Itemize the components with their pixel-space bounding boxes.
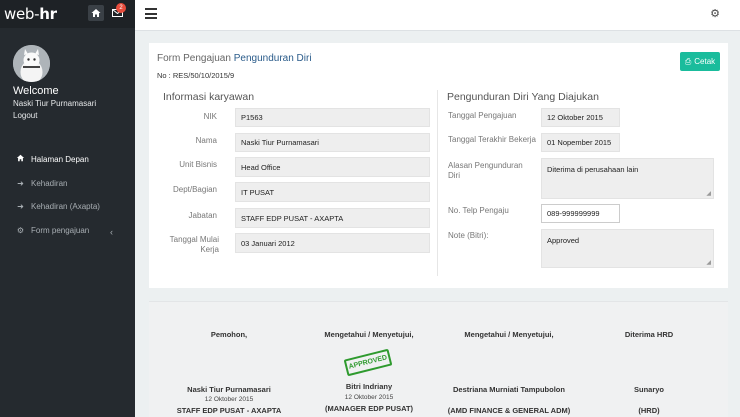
page-title: Form Pengajuan Pengunduran Diri [157,53,312,64]
sidebar-item-label: Kehadiran (Axapta) [31,202,100,211]
welcome-text: Welcome [13,85,59,97]
alasan-label: Alasan Pengunduran Diri [448,161,523,180]
sig-name-pemohon: Naski Tiur Purnamasari [187,385,271,394]
sig-position-pemohon: STAFF EDP PUSAT - AXAPTA [176,406,282,415]
section-resignation: Pengunduran Diri Yang Diajukan [447,91,599,103]
sidebar-item-form-pengajuan[interactable]: ⚙ Form pengajuan [16,226,89,235]
gear-icon: ⚙ [16,226,25,235]
sig-role-manager: Mengetahui / Menyetujui, [324,330,414,339]
alasan-text: Diterima di perusahaan lain [547,165,639,174]
settings-gear-icon[interactable]: ⚙ [710,7,720,20]
cat-avatar-image [13,45,50,82]
notification-badge: 2 [116,3,126,13]
sig-name-hrd: Sunaryo [633,385,664,394]
document-number: No : RES/50/10/2015/9 [157,71,235,80]
section-employee-info: Informasi karyawan [163,91,255,103]
form-panel: Form Pengajuan Pengunduran Diri No : RES… [149,43,728,288]
home-icon [91,9,101,17]
menu-toggle-icon[interactable] [145,8,157,20]
nik-field[interactable]: P1563 [235,108,430,127]
note-textarea[interactable]: Approved ◢ [541,229,714,268]
sig-date-pemohon: 12 Oktober 2015 [204,396,254,403]
print-label: Cetak [694,57,716,66]
sig-name-manager: Bitri Indriany [345,382,393,391]
sig-role-hrd: Diterima HRD [624,330,674,339]
resize-grip-icon[interactable]: ◢ [706,259,711,266]
brand-bar: web-hr 2 [0,0,135,28]
title-accent: Pengunduran Diri [233,53,312,64]
sig-position-amd: (AMD FINANCE & GENERAL ADM) [447,406,571,415]
logo-suffix: hr [39,5,57,23]
avatar [13,45,50,82]
column-divider [437,90,438,276]
topbar: ⚙ [135,0,740,31]
tanggal-terakhir-field[interactable]: 01 Nopember 2015 [541,133,620,152]
sidebar-item-kehadiran-axapta[interactable]: ➜ Kehadiran (Axapta) [16,202,100,211]
sidebar-item-label: Form pengajuan [31,226,90,235]
dept-bagian-label: Dept/Bagian [172,185,217,194]
note-label: Note (Bitri): [448,231,489,240]
nama-label: Nama [195,136,217,145]
print-icon: ⎙ [684,56,692,66]
tanggal-mulai-kerja-label: Tanggal Mulai Kerja [169,235,219,254]
jabatan-field[interactable]: STAFF EDP PUSAT - AXAPTA [235,208,430,228]
sidebar-item-halaman-depan[interactable]: Halaman Depan [16,154,89,164]
home-button[interactable] [88,5,104,21]
alasan-textarea[interactable]: Diterima di perusahaan lain ◢ [541,158,714,199]
tanggal-pengajuan-field[interactable]: 12 Oktober 2015 [541,108,620,127]
chevron-left-icon[interactable]: ‹ [110,227,113,237]
sig-role-pemohon: Pemohon, [210,330,248,339]
unit-bisnis-label: Unit Bisnis [179,160,217,169]
sidebar-item-label: Kehadiran [31,179,68,188]
telp-label: No. Telp Pengaju [448,206,509,215]
sidebar-item-kehadiran[interactable]: ➜ Kehadiran [16,179,67,188]
sig-name-amd: Destriana Murniati Tampubolon [453,385,565,394]
jabatan-label: Jabatan [188,211,217,220]
approved-stamp: APPROVED [343,348,393,377]
resize-grip-icon[interactable]: ◢ [706,190,711,197]
app-logo[interactable]: web-hr [4,5,57,23]
tanggal-mulai-kerja-field[interactable]: 03 Januari 2012 [235,233,430,253]
logout-link[interactable]: Logout [13,111,37,120]
telp-input[interactable]: 089-999999999 [541,204,620,223]
sig-position-hrd: (HRD) [638,406,660,415]
title-prefix: Form Pengajuan [157,53,231,64]
signature-panel: Pemohon, Mengetahui / Menyetujui, Menget… [149,301,728,417]
print-button[interactable]: ⎙ Cetak [680,52,720,71]
logo-prefix: web- [4,5,40,23]
nama-field[interactable]: Naski Tiur Purnamasari [235,133,430,152]
sig-date-manager: 12 Oktober 2015 [344,394,394,401]
note-text: Approved [547,236,580,245]
dept-bagian-field[interactable]: IT PUSAT [235,182,430,202]
tanggal-terakhir-label: Tanggal Terakhir Bekerja [448,135,536,144]
unit-bisnis-field[interactable]: Head Office [235,157,430,177]
sign-in-icon: ➜ [17,202,24,211]
tanggal-pengajuan-label: Tanggal Pengajuan [448,111,517,120]
nik-label: NIK [203,112,217,121]
home-icon [16,154,25,164]
sig-position-manager: (MANAGER EDP PUSAT) [324,404,414,413]
sig-role-amd: Mengetahui / Menyetujui, [464,330,554,339]
user-name: Naski Tiur Purnamasari [13,99,97,108]
sidebar-item-label: Halaman Depan [31,154,89,164]
sidebar: web-hr 2 Welcome Naski Tiur Purnamasari … [0,0,135,417]
sign-in-icon: ➜ [17,179,24,188]
